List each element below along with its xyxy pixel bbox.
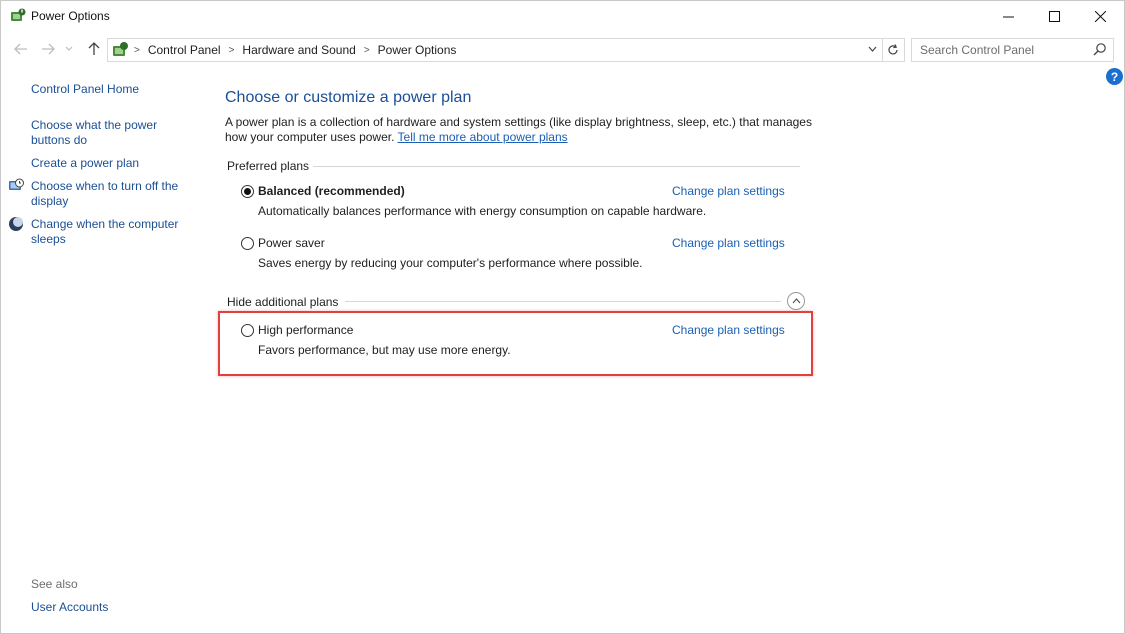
- power-options-icon: [11, 8, 26, 21]
- highlight-box: [218, 311, 813, 376]
- search-icon: [1093, 43, 1106, 56]
- page-title: Choose or customize a power plan: [225, 89, 472, 106]
- minimize-button[interactable]: [985, 1, 1031, 32]
- breadcrumb-separator-icon: >: [134, 44, 140, 56]
- power-saver-radio[interactable]: [241, 237, 254, 250]
- learn-more-link[interactable]: Tell me more about power plans: [398, 130, 568, 144]
- forward-button[interactable]: [39, 40, 57, 58]
- chevron-down-icon: [65, 46, 73, 51]
- minimize-icon: [1002, 16, 1014, 18]
- refresh-button[interactable]: [882, 38, 905, 62]
- address-dropdown-button[interactable]: [864, 41, 880, 57]
- breadcrumb-control-panel[interactable]: Control Panel: [148, 43, 221, 57]
- maximize-icon: [1048, 11, 1060, 22]
- left-pane-home-link[interactable]: Control Panel Home: [31, 82, 139, 97]
- up-arrow-icon: [88, 42, 100, 55]
- back-button[interactable]: [12, 40, 30, 58]
- breadcrumb-hardware-and-sound[interactable]: Hardware and Sound: [242, 43, 355, 57]
- close-icon: [1094, 11, 1106, 22]
- preferred-plans-label: Preferred plans: [227, 159, 310, 173]
- chevron-up-icon: [792, 298, 800, 304]
- power-saver-plan-name[interactable]: Power saver: [258, 236, 325, 250]
- hide-additional-plans-label[interactable]: Hide additional plans: [227, 295, 338, 309]
- refresh-icon: [888, 44, 898, 55]
- search-input[interactable]: Search Control Panel: [911, 38, 1114, 62]
- see-also-label: See also: [31, 577, 78, 591]
- power-saver-change-settings-link[interactable]: Change plan settings: [672, 236, 785, 250]
- title-bar: Power Options: [1, 1, 1124, 32]
- preferred-plans-divider: [313, 166, 800, 167]
- balanced-plan-name[interactable]: Balanced (recommended): [258, 184, 405, 198]
- additional-plans-divider: [345, 301, 781, 302]
- breadcrumb-power-options[interactable]: Power Options: [378, 43, 457, 57]
- window-title: Power Options: [31, 9, 110, 23]
- balanced-radio[interactable]: [241, 185, 254, 198]
- up-button[interactable]: [85, 40, 103, 58]
- balanced-change-settings-link[interactable]: Change plan settings: [672, 184, 785, 198]
- power-options-window: Power Options > Control Panel > Hardware…: [0, 0, 1125, 634]
- close-button[interactable]: [1077, 1, 1123, 32]
- power-saver-plan-description: Saves energy by reducing your computer's…: [258, 256, 643, 270]
- intro-text: A power plan is a collection of hardware…: [225, 115, 815, 145]
- control-panel-icon: [113, 42, 128, 56]
- left-pane-link-power-buttons[interactable]: Choose what the power buttons do: [31, 118, 181, 148]
- help-icon[interactable]: ?: [1106, 68, 1123, 85]
- back-arrow-icon: [14, 43, 27, 55]
- sleep-moon-icon: [9, 217, 23, 231]
- breadcrumb-separator-icon: >: [363, 44, 370, 56]
- balanced-plan-description: Automatically balances performance with …: [258, 204, 707, 218]
- search-placeholder: Search Control Panel: [920, 43, 1035, 57]
- chevron-down-icon: [868, 46, 876, 52]
- collapse-additional-plans-button[interactable]: [787, 292, 805, 310]
- recent-locations-button[interactable]: [63, 40, 75, 58]
- address-bar[interactable]: > Control Panel > Hardware and Sound > P…: [107, 38, 883, 62]
- display-clock-icon: [9, 178, 24, 190]
- left-pane-link-create-plan[interactable]: Create a power plan: [31, 156, 139, 171]
- left-pane-link-sleep[interactable]: Change when the computer sleeps: [31, 217, 191, 247]
- breadcrumb-separator-icon: >: [228, 44, 235, 56]
- see-also-user-accounts-link[interactable]: User Accounts: [31, 600, 108, 615]
- maximize-button[interactable]: [1031, 1, 1077, 32]
- breadcrumb: > Control Panel > Hardware and Sound > P…: [134, 43, 456, 57]
- navigation-bar: > Control Panel > Hardware and Sound > P…: [1, 36, 1124, 62]
- left-pane-link-display-off[interactable]: Choose when to turn off the display: [31, 179, 191, 209]
- forward-arrow-icon: [42, 43, 55, 55]
